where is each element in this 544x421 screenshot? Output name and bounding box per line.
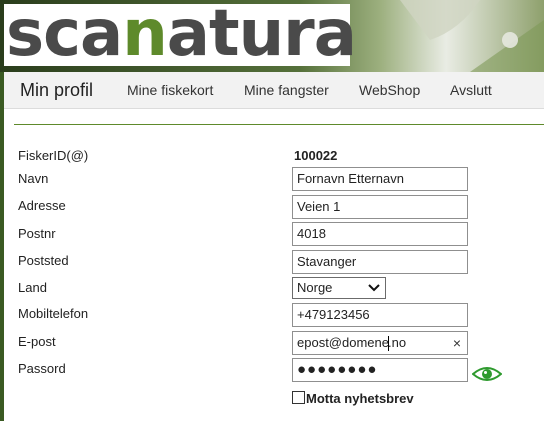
mobiltelefon-label: Mobiltelefon — [18, 306, 89, 321]
land-select[interactable]: Norge — [292, 277, 386, 299]
profile-form: FiskerID(@) 100022 Navn Fornavn Etternav… — [0, 0, 544, 421]
fisker-id-value: 100022 — [294, 148, 338, 163]
passord-field[interactable]: ●●●●●●●● — [292, 358, 468, 382]
poststed-label: Poststed — [18, 253, 69, 268]
chevron-down-icon — [368, 284, 380, 292]
adresse-label: Adresse — [18, 198, 66, 213]
passord-label: Passord — [18, 361, 66, 376]
land-select-value: Norge — [297, 280, 333, 295]
epost-label: E-post — [18, 334, 56, 349]
close-icon[interactable]: × — [453, 332, 461, 354]
poststed-field[interactable]: Stavanger — [292, 250, 468, 274]
fisker-id-label: FiskerID(@) — [18, 148, 89, 163]
newsletter-label: Motta nyhetsbrev — [306, 391, 414, 406]
navn-label: Navn — [18, 171, 49, 186]
newsletter-checkbox[interactable] — [292, 391, 305, 404]
postnr-label: Postnr — [18, 226, 56, 241]
epost-field[interactable]: epost@domene.no × — [292, 331, 468, 355]
eye-icon[interactable] — [472, 364, 502, 384]
navn-field[interactable]: Fornavn Etternavn — [292, 167, 468, 191]
profile-page: scanatura Min profil Mine fiskekort Mine… — [0, 0, 544, 421]
epost-value-start: epost@domene — [297, 335, 389, 350]
epost-value-end: .no — [387, 335, 407, 350]
postnr-field[interactable]: 4018 — [292, 222, 468, 246]
adresse-field[interactable]: Veien 1 — [292, 195, 468, 219]
mobiltelefon-field[interactable]: +479123456 — [292, 303, 468, 327]
newsletter-checkbox-row[interactable]: Motta nyhetsbrev — [292, 391, 414, 407]
land-label: Land — [18, 280, 47, 295]
